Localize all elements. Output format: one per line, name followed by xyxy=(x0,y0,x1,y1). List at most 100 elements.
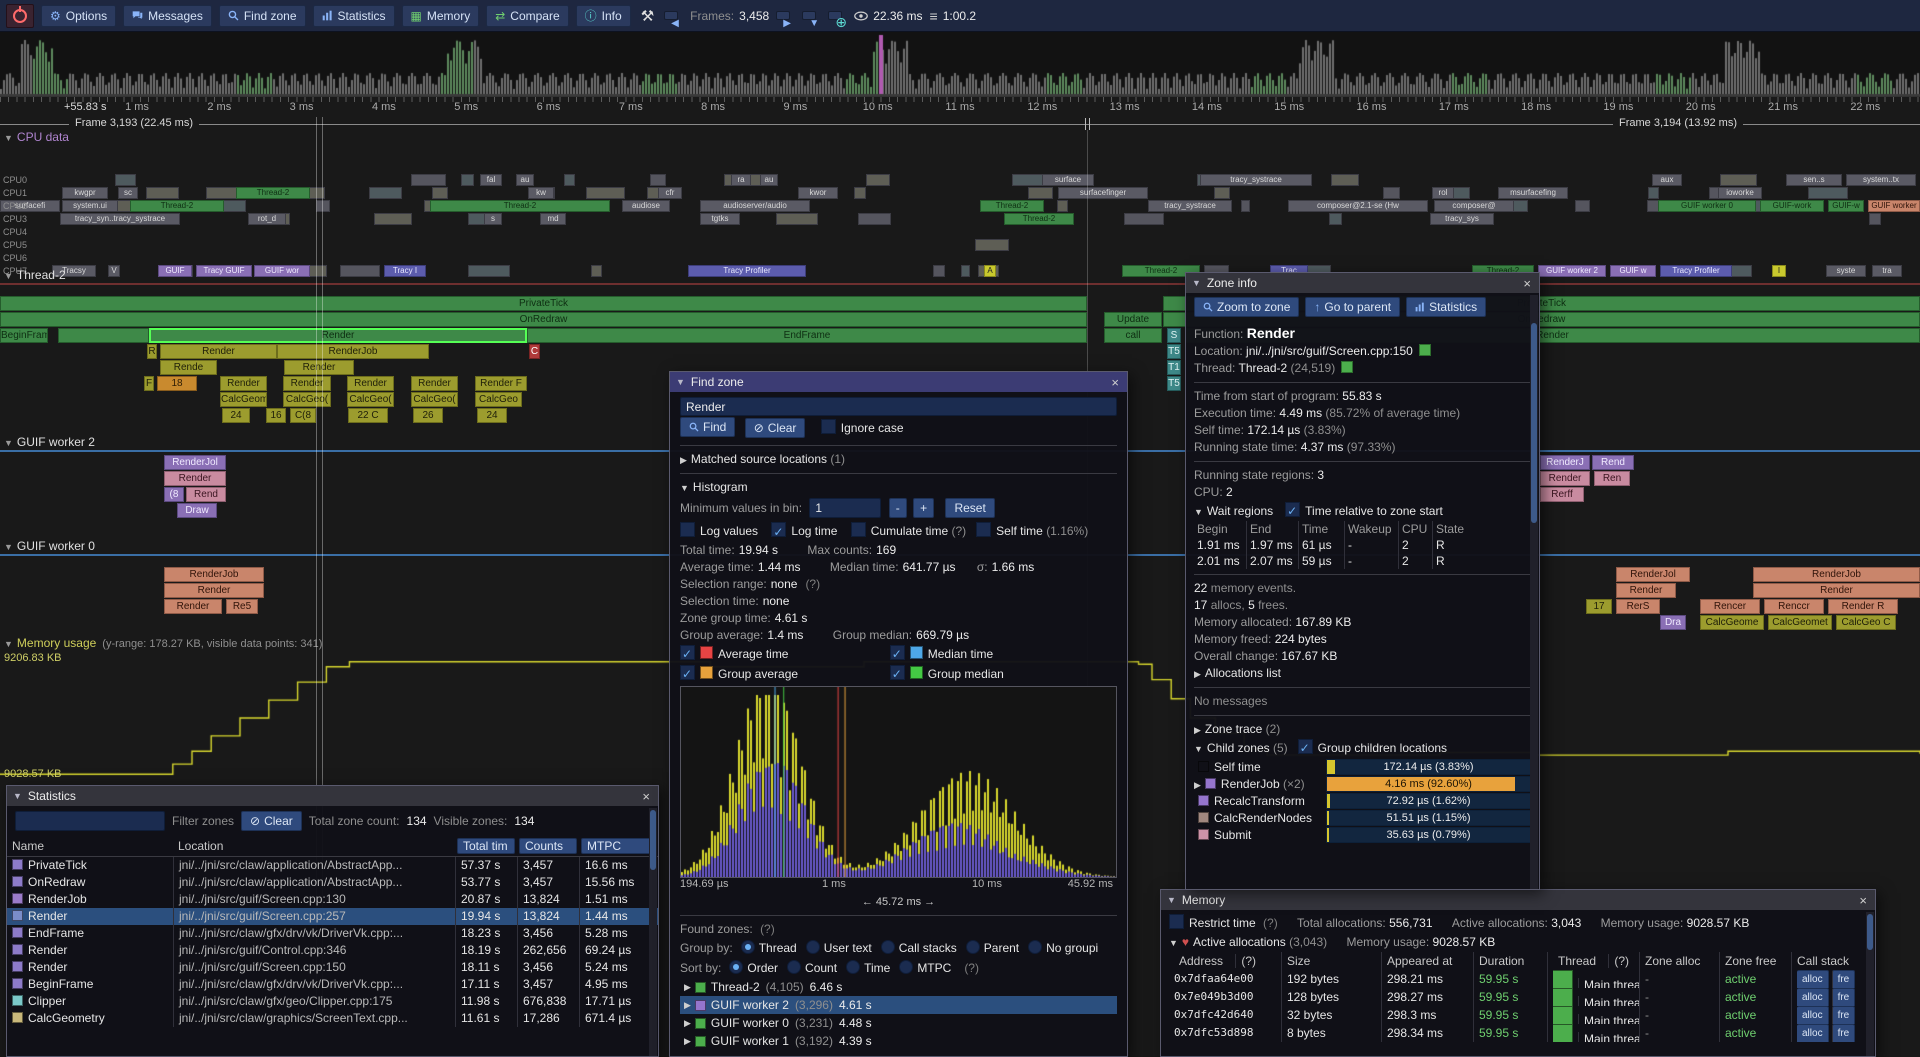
timeline-zone[interactable]: BeginFrame xyxy=(0,328,48,343)
memory-usage-header[interactable]: ▼Memory usage(y-range: 178.27 KB, visibl… xyxy=(4,636,322,651)
cpu-zone[interactable] xyxy=(933,265,944,277)
found-zone-group[interactable]: ▶ GUIF worker 0 (3,231) 4.48 s xyxy=(680,1014,1117,1032)
radio[interactable] xyxy=(881,940,895,954)
timeline-zone[interactable]: EndFrame xyxy=(527,328,1087,343)
timeline-zone[interactable]: I xyxy=(1772,265,1786,277)
timeline-zone[interactable]: CalcGeome xyxy=(1700,615,1764,630)
options-button[interactable]: ⚙Options xyxy=(41,5,116,27)
prev-frame-button[interactable]: ◀ xyxy=(664,11,678,20)
messages-button[interactable]: Messages xyxy=(123,5,212,27)
timeline-zone[interactable]: Render xyxy=(149,328,527,343)
frame-overview-strip[interactable] xyxy=(0,32,1920,97)
timeline-zone[interactable]: Thread-2 xyxy=(130,200,224,212)
timeline-zone[interactable]: GUIF wor xyxy=(254,265,310,277)
statistics-row[interactable]: Clipper jni/../jni/src/claw/gfx/geo/Clip… xyxy=(7,993,658,1010)
zoom-to-zone-button[interactable]: Zoom to zone xyxy=(1194,297,1299,317)
timeline-zone[interactable]: tracy_systrace xyxy=(1148,200,1232,212)
timeline-zone[interactable]: Re5 xyxy=(226,599,258,614)
timeline-zone[interactable]: Render xyxy=(347,376,394,391)
reset-button[interactable]: Reset xyxy=(945,498,994,518)
col-appeared-at[interactable]: Appeared at xyxy=(1381,952,1473,970)
timeline-zone[interactable]: A xyxy=(984,265,996,277)
cpu-zone[interactable] xyxy=(650,174,667,186)
option-checkbox-item[interactable]: Log time xyxy=(771,524,840,538)
allocation-row[interactable]: 0x7dfaa64e00 192 bytes 298.21 ms 59.95 s… xyxy=(1169,970,1867,988)
scrollbar-thumb[interactable] xyxy=(1867,914,1873,950)
timeline-zone[interactable]: system.ui xyxy=(62,200,118,212)
timeline-zone[interactable]: Render xyxy=(411,376,458,391)
timeline-zone[interactable]: RerS xyxy=(1616,599,1660,614)
timeline-zone[interactable]: tracy_syn..tracy_systrace xyxy=(60,213,180,225)
timeline-zone[interactable]: PrivateTick xyxy=(0,296,1087,311)
scrollbar[interactable] xyxy=(1530,295,1538,889)
checkbox[interactable] xyxy=(976,522,991,537)
timeline-zone[interactable]: Draw xyxy=(177,503,217,518)
timeline-zone[interactable]: R xyxy=(147,344,157,359)
timeline-zone[interactable]: rot_d xyxy=(248,213,286,225)
cpu-zone[interactable] xyxy=(1331,174,1359,186)
timeline-zone[interactable]: RenderJob xyxy=(277,344,429,359)
cpu-zone[interactable] xyxy=(858,213,891,225)
timeline-zone[interactable]: T5 xyxy=(1167,376,1181,391)
cpu-zone[interactable] xyxy=(1214,187,1230,199)
cpu-zone[interactable] xyxy=(1012,174,1046,186)
scrollbar-thumb[interactable] xyxy=(650,810,656,870)
radio[interactable] xyxy=(899,960,913,974)
cpu-zone[interactable] xyxy=(461,174,474,186)
timeline-zone[interactable]: RenderJob xyxy=(164,567,264,582)
timeline-zone[interactable]: CalcGeo( xyxy=(283,392,331,407)
timeline-zone[interactable]: GUIF worker 2 xyxy=(1538,265,1606,277)
cpu-zone[interactable] xyxy=(1057,200,1068,212)
relative-time-checkbox[interactable] xyxy=(1285,502,1300,517)
col-location[interactable]: Location xyxy=(173,838,455,854)
timeline-zone[interactable]: Thread-2 xyxy=(980,200,1044,212)
timeline-zone[interactable]: GUIF-work xyxy=(1760,200,1824,212)
timeline-zone[interactable]: syste xyxy=(1826,265,1866,277)
found-zone-group[interactable]: ▶ GUIF worker 1 (3,192) 4.39 s xyxy=(680,1032,1117,1050)
cpu-zone[interactable] xyxy=(564,174,575,186)
timeline-zone[interactable]: Tracy Profiler xyxy=(688,265,806,277)
timeline-zone[interactable]: C xyxy=(529,344,540,359)
timeline-zone[interactable]: audiose xyxy=(622,200,670,212)
goto-frame-button[interactable]: ⊕ xyxy=(828,11,842,20)
allocations-list-header[interactable]: ▶Allocations list xyxy=(1194,665,1531,682)
filter-zones-input[interactable] xyxy=(15,811,165,831)
col-mtpc[interactable]: MTPC xyxy=(581,838,656,854)
timeline-zone[interactable]: 26 xyxy=(413,408,443,423)
cpu-zone[interactable] xyxy=(1720,174,1757,186)
timeline-zone[interactable]: composer@ xyxy=(1434,200,1514,212)
cpu-zone[interactable] xyxy=(1329,213,1342,225)
cpu-zone[interactable] xyxy=(369,187,402,199)
timeline-zone[interactable]: Dra xyxy=(1660,615,1686,630)
timeline-zone[interactable]: Rerff xyxy=(1540,487,1584,502)
option-checkbox-item[interactable]: Cumulate time (?) xyxy=(851,524,966,538)
compare-button[interactable]: ⇄Compare xyxy=(486,5,568,27)
cpu-zone[interactable] xyxy=(1124,213,1163,225)
statistics-row[interactable]: EndFrame jni/../jni/src/claw/gfx/drv/vk/… xyxy=(7,925,658,942)
statistics-row[interactable]: OnRedraw jni/../jni/src/claw/application… xyxy=(7,874,658,891)
group-children-checkbox[interactable] xyxy=(1298,739,1313,754)
checkbox[interactable] xyxy=(890,665,905,680)
timeline-zone[interactable]: au xyxy=(516,174,534,186)
col-duration[interactable]: Duration xyxy=(1473,952,1547,970)
child-zones-header[interactable]: ▼Child zones (5)Group children locations xyxy=(1194,738,1531,758)
alloc-callstack-button[interactable]: alloc xyxy=(1797,1024,1829,1042)
sort-by-radio[interactable]: MTPC xyxy=(899,961,951,975)
col-counts[interactable]: Counts xyxy=(519,838,577,854)
cpu-zone[interactable] xyxy=(1869,213,1880,225)
cpu-zone[interactable] xyxy=(975,239,1009,251)
checkbox[interactable] xyxy=(680,665,695,680)
timeline-zone[interactable]: V xyxy=(108,265,120,277)
timeline-zone[interactable]: 24 xyxy=(222,408,250,423)
timeline-zone[interactable]: CalcGeo C xyxy=(1836,615,1896,630)
radio[interactable] xyxy=(806,940,820,954)
wait-regions-header[interactable]: ▼Wait regionsTime relative to zone start xyxy=(1194,501,1531,521)
timeline-zone[interactable]: RenderJol xyxy=(164,455,226,470)
cpu-zone[interactable] xyxy=(1575,200,1590,212)
timeline-zone[interactable]: ioworke xyxy=(1718,187,1762,199)
sort-by-radio[interactable]: Order xyxy=(729,961,778,975)
cpu-zone[interactable] xyxy=(1383,187,1400,199)
timeline-zone[interactable]: Rende xyxy=(160,360,217,375)
free-callstack-button[interactable]: fre xyxy=(1832,1024,1856,1042)
timeline-zone[interactable]: T1 xyxy=(1167,360,1181,375)
